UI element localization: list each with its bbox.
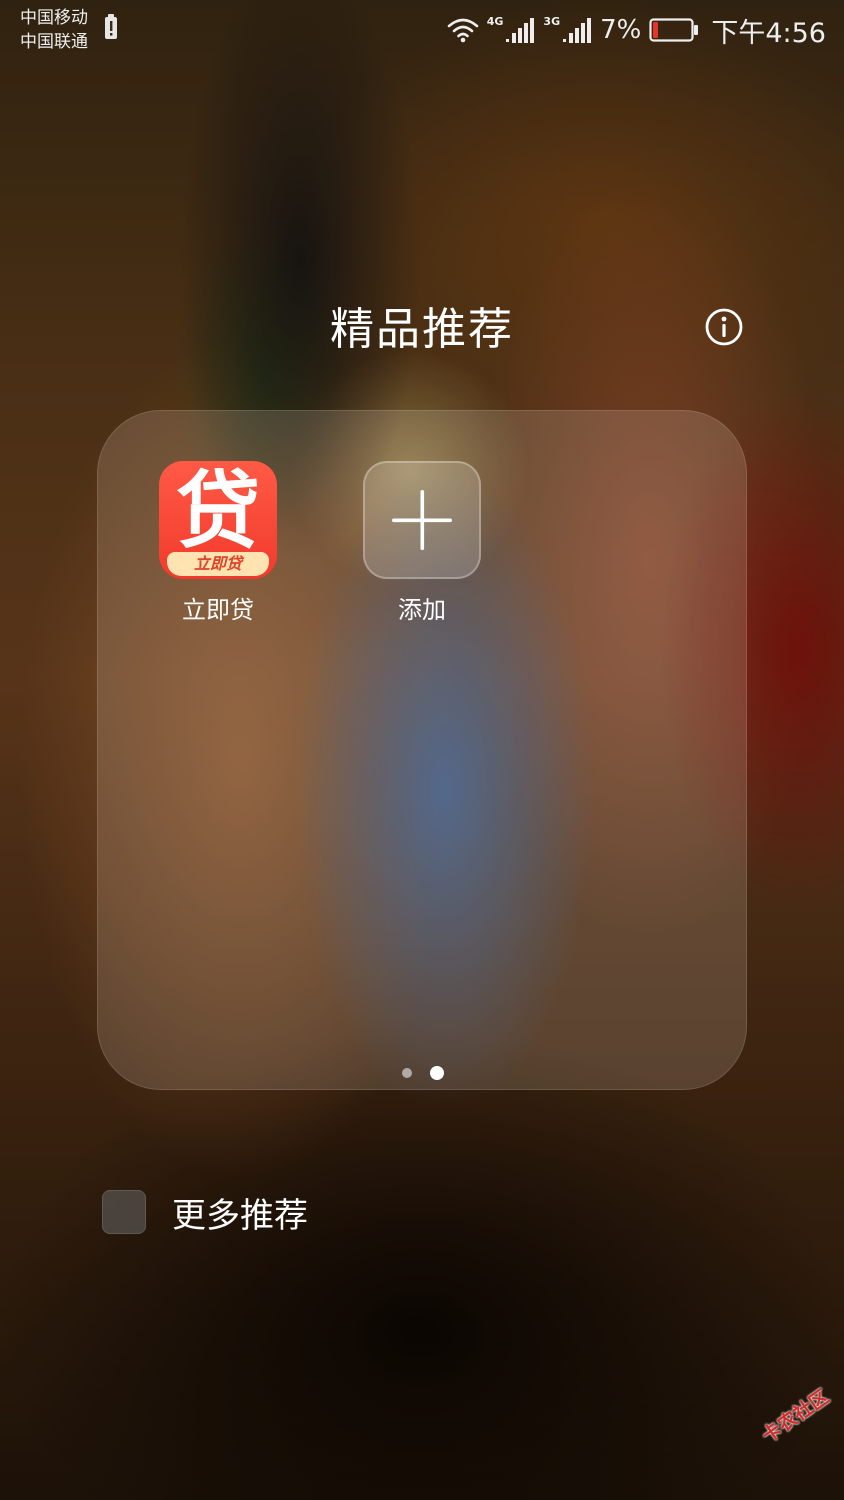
app-tile-loan[interactable]: 贷 立即贷 立即贷 <box>138 461 298 625</box>
carrier-2-label: 中国联通 <box>20 32 88 52</box>
app-label-loan: 立即贷 <box>182 596 254 624</box>
wifi-icon <box>447 18 479 43</box>
loan-icon-ribbon: 立即贷 <box>167 552 269 576</box>
loan-app-icon[interactable]: 贷 立即贷 <box>159 461 277 579</box>
page-indicator <box>98 1065 748 1081</box>
more-recommendations-label: 更多推荐 <box>172 1195 308 1236</box>
carrier-1-label: 中国移动 <box>20 8 88 28</box>
status-bar: 中国移动 中国联通 4G 3G 7% 下午4:56 <box>0 0 844 60</box>
app-label-add: 添加 <box>398 596 446 624</box>
app-tile-add[interactable]: 添加 <box>342 461 502 625</box>
add-app-button[interactable] <box>363 461 481 579</box>
battery-percent: 7% <box>600 15 642 45</box>
home-screen: 中国移动 中国联通 4G 3G 7% 下午4:56 精品推荐 贷 立即贷 立即贷… <box>0 0 844 1500</box>
info-icon[interactable] <box>704 307 744 347</box>
clock: 下午4:56 <box>711 17 826 49</box>
page-dot-2[interactable] <box>430 1066 444 1080</box>
page-dot-1[interactable] <box>402 1068 412 1078</box>
sim-alert-icon <box>105 14 117 39</box>
plus-icon <box>392 490 452 550</box>
more-recommendations-checkbox[interactable] <box>102 1190 146 1234</box>
signal-icon <box>506 18 535 43</box>
network-type-1: 4G <box>486 14 504 28</box>
carrier-info: 中国移动 中国联通 <box>20 6 88 54</box>
watermark-logo: 卡农社区 <box>736 1386 844 1490</box>
signal-icon <box>563 18 592 43</box>
status-indicators: 4G 3G 7% 下午4:56 <box>447 10 826 50</box>
more-recommendations-row[interactable]: 更多推荐 <box>102 1188 308 1236</box>
loan-icon-glyph: 贷 <box>175 462 260 560</box>
network-type-2: 3G <box>543 14 561 28</box>
battery-icon <box>649 18 699 42</box>
folder-panel: 贷 立即贷 立即贷 添加 <box>97 410 747 1090</box>
